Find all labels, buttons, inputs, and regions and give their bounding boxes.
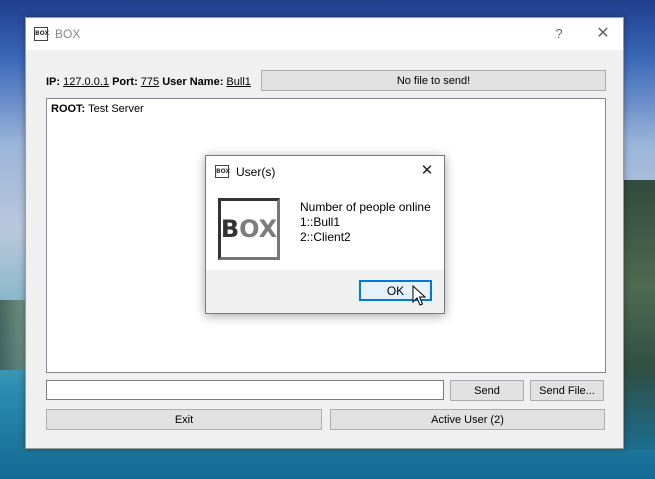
send-button[interactable]: Send	[450, 380, 524, 401]
help-button[interactable]: ?	[546, 24, 572, 44]
dialog-title-bar[interactable]: BOX User(s) ✕	[206, 156, 444, 186]
connection-info: IP: 127.0.0.1 Port: 775 User Name: Bull1	[46, 75, 251, 89]
title-bar[interactable]: BOX BOX ? ✕	[26, 18, 623, 50]
message-input[interactable]	[46, 380, 444, 400]
window-title: BOX	[55, 27, 81, 41]
ip-value: 127.0.0.1	[63, 76, 109, 88]
chat-message: ROOT: Test Server	[51, 103, 144, 115]
user-name-label: User Name:	[162, 76, 224, 88]
user-name-value: Bull1	[226, 76, 251, 88]
desktop-background-cliff-left	[0, 300, 26, 370]
users-dialog: BOX User(s) ✕ BOX Number of people onlin…	[205, 155, 445, 314]
dialog-title: User(s)	[236, 165, 276, 179]
mouse-cursor-icon	[412, 285, 426, 306]
dialog-app-icon: BOX	[215, 165, 230, 178]
active-user-button[interactable]: Active User (2)	[330, 409, 605, 430]
box-logo: BOX	[218, 198, 280, 260]
online-count-text: Number of people online	[300, 200, 431, 214]
port-label: Port:	[112, 76, 138, 88]
close-icon[interactable]: ✕	[588, 24, 618, 44]
chat-sender: ROOT:	[51, 103, 86, 115]
exit-button[interactable]: Exit	[46, 409, 322, 430]
desktop-background-cliff-right	[623, 180, 655, 450]
ip-label: IP:	[46, 76, 61, 88]
port-value: 775	[140, 76, 160, 88]
file-to-send-button[interactable]: No file to send!	[261, 70, 606, 91]
online-user-item: 2::Client2	[300, 230, 351, 244]
dialog-body: BOX Number of people online 1::Bull1 2::…	[206, 186, 444, 270]
send-file-button[interactable]: Send File...	[530, 380, 604, 401]
online-user-item: 1::Bull1	[300, 215, 341, 229]
app-icon: BOX	[34, 27, 49, 41]
dialog-close-icon[interactable]: ✕	[418, 162, 436, 180]
chat-text: Test Server	[88, 103, 144, 115]
online-users-message: Number of people online 1::Bull1 2::Clie…	[300, 200, 431, 245]
